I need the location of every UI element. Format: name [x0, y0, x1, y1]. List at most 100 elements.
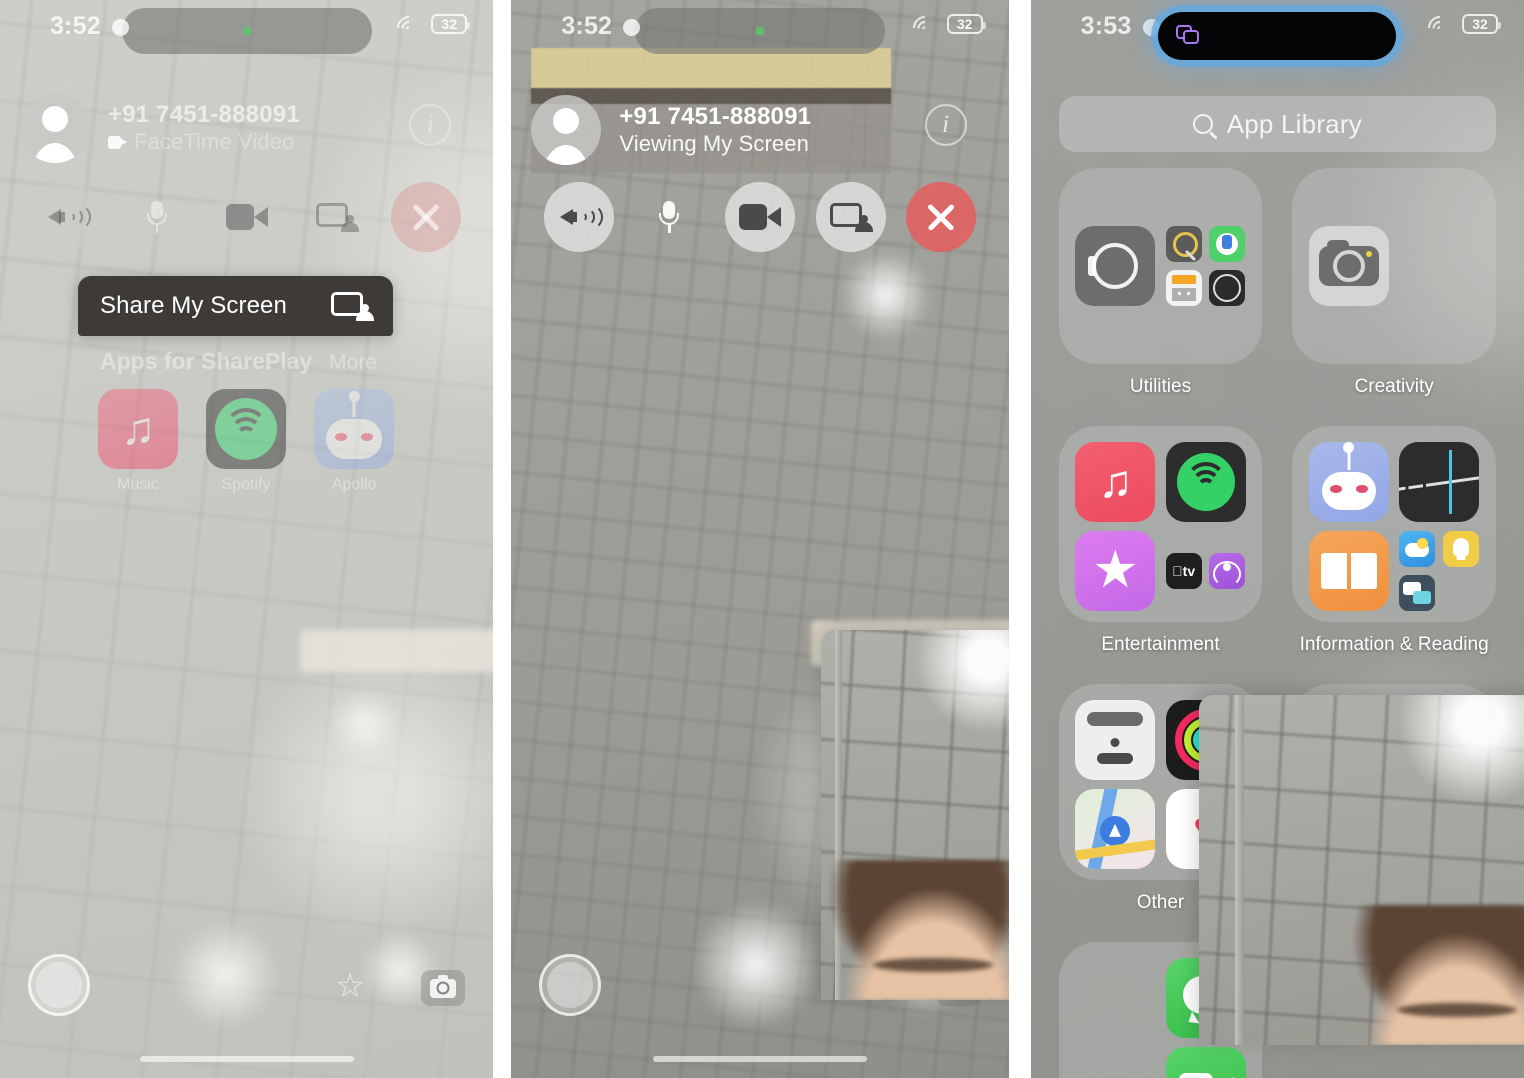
itunes-store-icon[interactable] [1075, 531, 1156, 611]
mini-icon-grid [1165, 226, 1246, 306]
apple-music-icon [98, 389, 178, 469]
app-library-folder-information-reading[interactable]: Information & Reading [1292, 426, 1496, 656]
status-bar: 3:52 32 [511, 0, 1008, 58]
find-my-icon[interactable] [1209, 226, 1246, 262]
shareplay-title: Apps for SharePlay [100, 348, 313, 374]
battery-indicator: 32 [946, 14, 986, 34]
notch [634, 8, 885, 54]
magnifier-icon[interactable] [1165, 226, 1202, 262]
home-indicator[interactable] [139, 1056, 354, 1062]
caller-header: +91 7451-888091 Viewing My Screen [531, 82, 971, 178]
caller-status: Viewing My Screen [619, 131, 811, 158]
podcasts-icon[interactable] [1209, 553, 1246, 589]
video-camera-icon [225, 204, 268, 230]
share-screen-button[interactable] [302, 182, 372, 252]
end-call-button[interactable] [906, 182, 977, 252]
home-indicator[interactable] [652, 1056, 867, 1062]
call-controls [0, 172, 493, 262]
app-label: Music [117, 476, 159, 493]
screenshot-board: ☆ Apps for SharePlay More Music Spotify [0, 0, 1524, 1078]
app-label: Spotify [221, 476, 271, 493]
screen-share-pip[interactable] [821, 630, 1009, 1000]
apple-music-icon[interactable] [1075, 442, 1156, 522]
notch [121, 8, 372, 54]
app-library-folder-creativity[interactable]: Creativity [1292, 168, 1496, 398]
battery-indicator: 32 [431, 14, 471, 34]
video-camera-icon [108, 136, 127, 150]
folder-icon-grid [1292, 168, 1496, 364]
info-icon[interactable]: i [924, 104, 967, 146]
screen-share-pip[interactable] [1198, 695, 1524, 1045]
mini-icon-grid [1075, 1003, 1155, 1078]
close-x-icon [409, 200, 443, 234]
dynamic-island-screen-sharing[interactable] [1158, 12, 1397, 60]
microphone-icon [659, 201, 680, 233]
battery-indicator: 32 [1461, 14, 1501, 34]
screen-sharing-icon [1176, 25, 1202, 47]
avatar [531, 95, 602, 165]
apple-tv-icon[interactable]: tv [1165, 553, 1202, 589]
mini-icon-grid [1399, 531, 1479, 611]
spotify-icon [206, 389, 286, 469]
close-x-icon [924, 200, 958, 234]
caller-status-label: FaceTime Video [134, 129, 295, 155]
caller-name: +91 7451-888091 [108, 100, 300, 128]
camera-button[interactable] [724, 182, 795, 252]
camera-icon[interactable] [1308, 226, 1389, 306]
translate-icon[interactable] [1399, 574, 1436, 611]
speaker-button[interactable] [543, 182, 614, 252]
shareplay-app-music[interactable]: Music [98, 389, 178, 494]
caller-text: +91 7451-888091 FaceTime Video [108, 100, 300, 156]
facetime-icon[interactable] [1165, 1047, 1246, 1078]
folder-icon-grid [1058, 168, 1263, 364]
status-bar: 3:52 32 [0, 0, 493, 58]
call-controls [511, 172, 1008, 262]
speaker-button[interactable] [31, 182, 102, 252]
share-screen-icon [315, 201, 359, 233]
status-right-cluster: 32 [392, 10, 471, 45]
apollo-icon [314, 389, 394, 469]
shareplay-app-spotify[interactable]: Spotify [206, 389, 286, 494]
app-library-folder-utilities[interactable]: Utilities [1058, 168, 1263, 398]
remote-icon[interactable] [1075, 700, 1156, 780]
effects-star-icon[interactable]: ☆ [330, 966, 370, 1006]
mute-button[interactable] [122, 182, 192, 252]
status-time: 3:52 [561, 12, 613, 40]
light-glow [841, 250, 932, 340]
weather-icon[interactable] [1399, 531, 1436, 567]
folder-label: Information & Reading [1299, 634, 1489, 655]
stocks-icon[interactable] [1399, 442, 1480, 522]
camera-shutter-button[interactable] [28, 954, 90, 1016]
tips-icon[interactable] [1442, 531, 1479, 567]
camera-shutter-button[interactable] [539, 954, 602, 1016]
watch-icon[interactable] [1075, 226, 1156, 306]
app-label: Apollo [331, 476, 377, 493]
apollo-icon[interactable] [1308, 442, 1389, 522]
mini-icon-grid [1399, 226, 1479, 306]
app-library-folder-entertainment[interactable]: tv Entertainment [1058, 426, 1263, 656]
shareplay-app-apollo[interactable]: Apollo [314, 389, 394, 494]
search-input[interactable]: App Library [1058, 96, 1496, 152]
camera-button[interactable] [211, 182, 282, 252]
camera-bottom-bar: ☆ [0, 918, 493, 1078]
panel-facetime-viewing-my-screen: ☆ 3:52 32 +91 7451-888091 Viewing My Scr… [511, 0, 1009, 1078]
mute-button[interactable] [634, 182, 704, 252]
books-icon[interactable] [1308, 531, 1389, 611]
folder-label: Entertainment [1101, 634, 1220, 655]
calculator-icon[interactable] [1165, 269, 1202, 306]
share-my-screen-label: Share My Screen [100, 292, 287, 319]
microphone-icon [146, 201, 167, 233]
end-call-button[interactable] [391, 182, 462, 252]
share-my-screen-menu-item[interactable]: Share My Screen [78, 276, 393, 336]
wifi-icon [907, 10, 942, 45]
camera-flip-icon[interactable] [421, 970, 466, 1006]
share-screen-button[interactable] [815, 182, 886, 252]
search-icon [1192, 114, 1213, 134]
spotify-icon[interactable] [1165, 442, 1246, 522]
wifi-icon [392, 10, 427, 45]
clock-icon[interactable] [1209, 269, 1246, 306]
shareplay-more-button[interactable]: More [329, 351, 377, 375]
caller-text: +91 7451-888091 Viewing My Screen [619, 102, 811, 158]
maps-icon[interactable] [1075, 789, 1156, 869]
shareplay-sheet: Apps for SharePlay More Music Spotify [78, 330, 394, 530]
